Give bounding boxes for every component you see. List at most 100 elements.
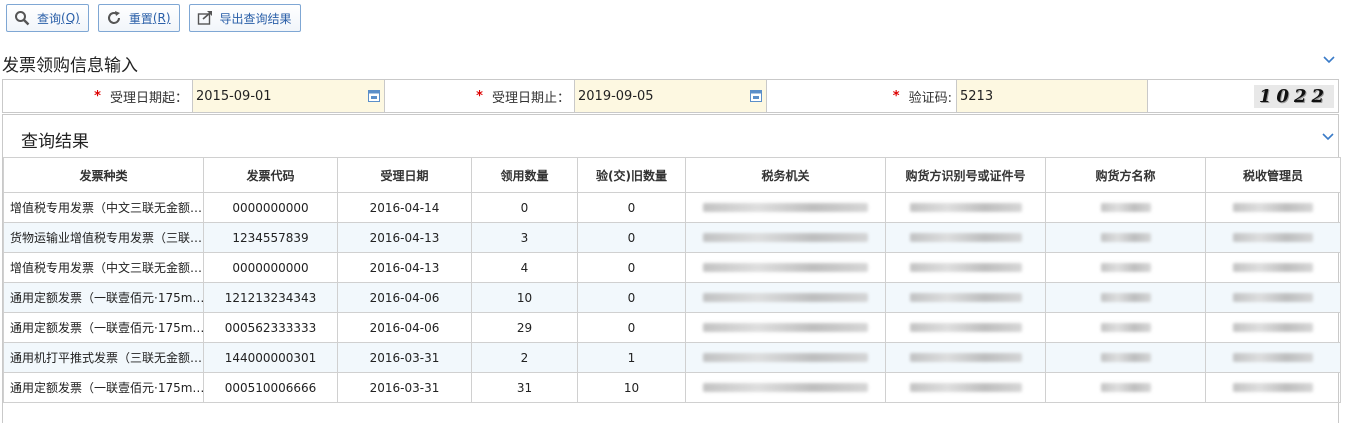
export-icon xyxy=(196,9,214,27)
quantity-cell: 0 xyxy=(471,192,578,223)
redacted-text xyxy=(703,292,868,302)
redacted-text xyxy=(703,232,868,242)
invoice-code-cell: 0000000000 xyxy=(203,252,338,283)
buyer-id-cell xyxy=(885,192,1046,223)
reset-button[interactable]: 重置 (R) xyxy=(97,4,180,32)
tax-office-cell xyxy=(685,192,886,223)
export-button-label: 导出查询结果 xyxy=(219,11,292,26)
query-form: * 受理日期起： 2015-09-01 * 受理日期止： 2019-09-05 … xyxy=(2,79,1339,113)
table-row[interactable]: 通用机打平推式发票（三联无金额… 144000000301 2016-03-31… xyxy=(3,342,1341,373)
quantity-cell: 3 xyxy=(471,222,578,253)
redacted-text xyxy=(909,232,1022,242)
captcha-image[interactable]: 1022 xyxy=(1253,84,1334,108)
date-cell: 2016-03-31 xyxy=(337,342,472,373)
old-quantity-cell: 1 xyxy=(577,342,686,373)
redacted-text xyxy=(909,382,1022,392)
invoice-code-cell: 1234557839 xyxy=(203,222,338,253)
tax-office-cell xyxy=(685,222,886,253)
table-header-row: 发票种类 发票代码 受理日期 领用数量 验(交)旧数量 税务机关 购货方识别号或… xyxy=(3,157,1341,193)
tax-manager-cell xyxy=(1205,282,1341,313)
column-header[interactable]: 领用数量 xyxy=(471,157,578,193)
buyer-id-cell xyxy=(885,252,1046,283)
table-row[interactable]: 增值税专用发票（中文三联无金额… 0000000000 2016-04-13 4… xyxy=(3,252,1341,283)
date-cell: 2016-04-06 xyxy=(337,282,472,313)
table-row[interactable]: 通用定额发票（一联壹佰元·175m… 121213234343 2016-04-… xyxy=(3,282,1341,313)
query-shortcut: (Q) xyxy=(61,11,80,25)
input-section-title: 发票领购信息输入 xyxy=(2,56,138,76)
column-header[interactable]: 受理日期 xyxy=(337,157,472,193)
redacted-text xyxy=(1100,232,1151,242)
tax-manager-cell xyxy=(1205,222,1341,253)
reset-button-label: 重置 xyxy=(128,11,153,26)
start-date-field[interactable]: 2015-09-01 xyxy=(193,80,385,112)
invoice-code-cell: 000510006666 xyxy=(203,372,338,403)
redacted-text xyxy=(909,202,1022,212)
redacted-text xyxy=(1100,322,1151,332)
calendar-icon[interactable] xyxy=(368,89,380,102)
redacted-text xyxy=(1100,352,1151,362)
quantity-cell: 2 xyxy=(471,342,578,373)
invoice-code-cell: 000562333333 xyxy=(203,312,338,343)
required-mark: * xyxy=(94,88,101,104)
collapse-chevron-icon[interactable] xyxy=(1322,54,1336,64)
table-row[interactable]: 货物运输业增值税专用发票（三联… 1234557839 2016-04-13 3… xyxy=(3,222,1341,253)
quantity-cell: 31 xyxy=(471,372,578,403)
table-row[interactable]: 通用定额发票（一联壹佰元·175m… 000562333333 2016-04-… xyxy=(3,312,1341,343)
captcha-text: 1022 xyxy=(1258,85,1329,107)
calendar-icon[interactable] xyxy=(750,89,762,102)
tax-manager-cell xyxy=(1205,372,1341,403)
export-button[interactable]: 导出查询结果 xyxy=(188,4,301,32)
redacted-text xyxy=(1233,352,1313,362)
required-mark: * xyxy=(892,88,900,104)
toolbar: 查询 (Q) 重置 (R) 导出查询结果 xyxy=(6,4,301,32)
collapse-chevron-icon[interactable] xyxy=(1321,131,1335,141)
buyer-id-cell xyxy=(885,342,1046,373)
buyer-name-cell xyxy=(1045,312,1206,343)
column-header[interactable]: 税收管理员 xyxy=(1205,157,1341,193)
column-header[interactable]: 发票种类 xyxy=(3,157,204,193)
column-header[interactable]: 购货方识别号或证件号 xyxy=(885,157,1046,193)
column-header[interactable]: 发票代码 xyxy=(203,157,338,193)
redacted-text xyxy=(1233,322,1313,332)
old-quantity-cell: 0 xyxy=(577,252,686,283)
old-quantity-cell: 10 xyxy=(577,372,686,403)
buyer-name-cell xyxy=(1045,192,1206,223)
redacted-text xyxy=(909,292,1022,302)
quantity-cell: 10 xyxy=(471,282,578,313)
redacted-text xyxy=(703,322,868,332)
column-header[interactable]: 验(交)旧数量 xyxy=(577,157,686,193)
old-quantity-cell: 0 xyxy=(577,192,686,223)
redacted-text xyxy=(1100,202,1151,212)
buyer-name-cell xyxy=(1045,342,1206,373)
tax-manager-cell xyxy=(1205,312,1341,343)
redacted-text xyxy=(1233,262,1313,272)
redacted-text xyxy=(1100,292,1151,302)
redacted-text xyxy=(909,352,1022,362)
buyer-id-cell xyxy=(885,282,1046,313)
redacted-text xyxy=(703,202,868,212)
date-cell: 2016-04-06 xyxy=(337,312,472,343)
column-header[interactable]: 购货方名称 xyxy=(1045,157,1206,193)
invoice-code-cell: 0000000000 xyxy=(203,192,338,223)
redacted-text xyxy=(909,322,1022,332)
column-header[interactable]: 税务机关 xyxy=(685,157,886,193)
table-row[interactable]: 通用定额发票（一联壹佰元·175m… 000510006666 2016-03-… xyxy=(3,372,1341,403)
quantity-cell: 4 xyxy=(471,252,578,283)
table-row[interactable]: 增值税专用发票（中文三联无金额… 0000000000 2016-04-14 0… xyxy=(3,192,1341,223)
old-quantity-cell: 0 xyxy=(577,282,686,313)
tax-manager-cell xyxy=(1205,192,1341,223)
invoice-type-cell: 增值税专用发票（中文三联无金额… xyxy=(3,252,204,283)
end-date-label: 受理日期止： xyxy=(491,90,570,106)
verification-code-field[interactable]: 5213 xyxy=(957,80,1148,112)
query-button[interactable]: 查询 (Q) xyxy=(6,4,89,32)
start-date-value: 2015-09-01 xyxy=(196,88,272,104)
code-label-cell: * 验证码: xyxy=(767,80,957,112)
end-date-field[interactable]: 2019-09-05 xyxy=(575,80,767,112)
invoice-type-cell: 通用定额发票（一联壹佰元·175m… xyxy=(3,312,204,343)
tax-office-cell xyxy=(685,372,886,403)
invoice-code-cell: 121213234343 xyxy=(203,282,338,313)
search-icon xyxy=(13,9,31,27)
date-cell: 2016-04-13 xyxy=(337,252,472,283)
redacted-text xyxy=(703,262,868,272)
redacted-text xyxy=(1233,232,1313,242)
